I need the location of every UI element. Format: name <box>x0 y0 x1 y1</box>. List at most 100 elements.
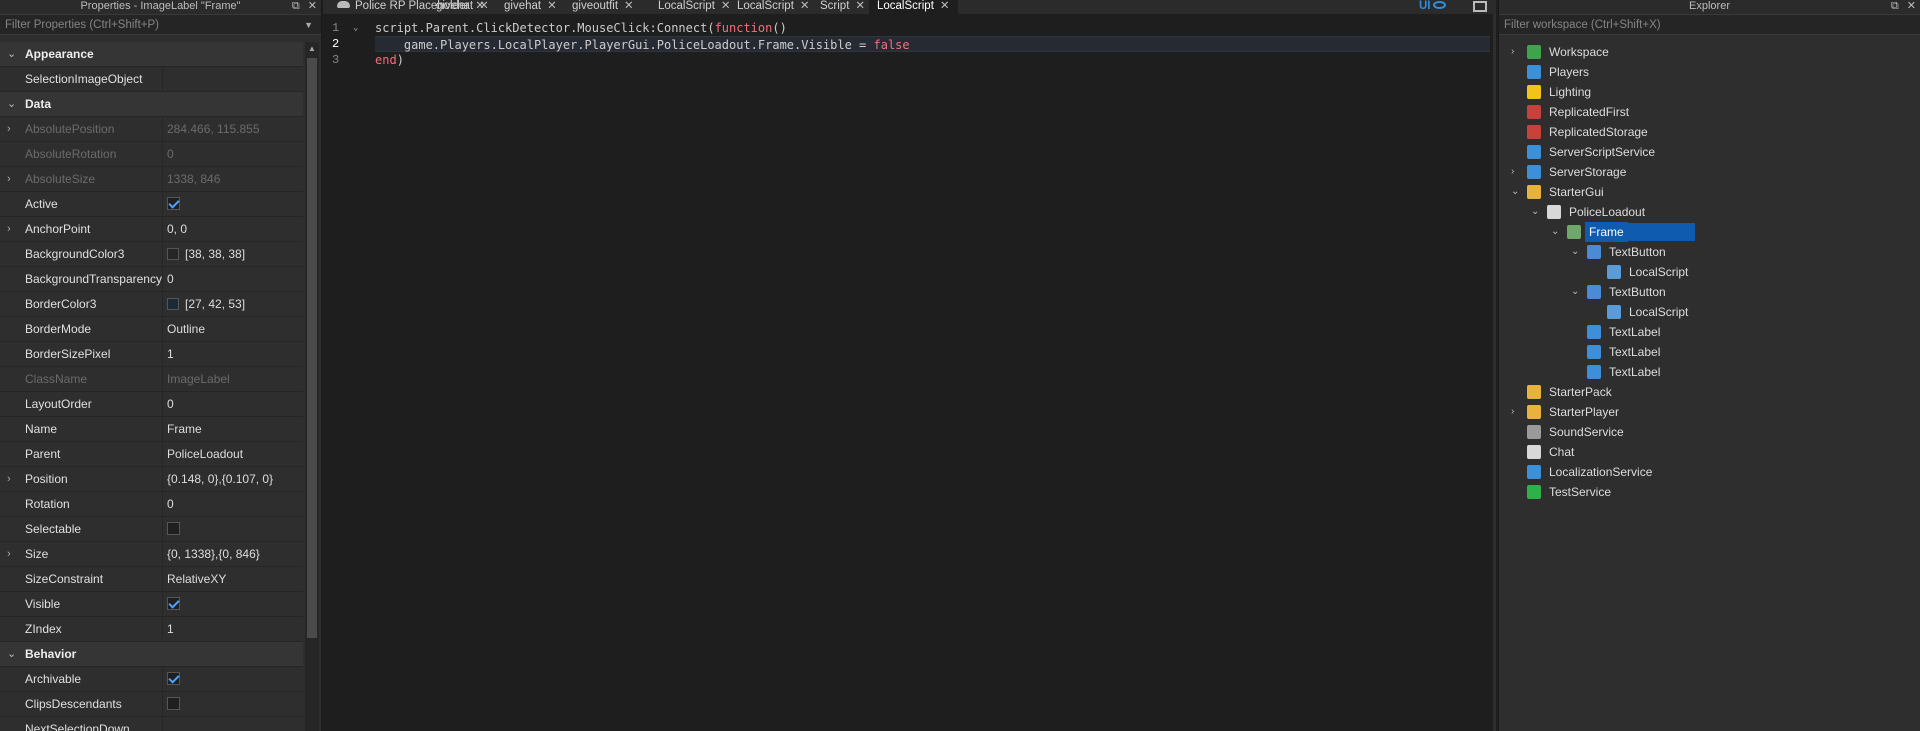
property-row[interactable]: Parent PoliceLoadout <box>0 442 303 467</box>
property-row[interactable]: Selectable <box>0 517 303 542</box>
property-checkbox[interactable] <box>167 197 180 211</box>
explorer-item[interactable]: Chat <box>1499 442 1920 462</box>
property-row[interactable]: BorderSizePixel 1 <box>0 342 303 367</box>
property-value[interactable]: {0.148, 0},{0.107, 0} <box>163 467 303 491</box>
expand-chevron-icon[interactable]: › <box>7 467 11 491</box>
property-row[interactable]: SizeConstraint RelativeXY <box>0 567 303 592</box>
property-value[interactable]: 1 <box>163 617 303 641</box>
expand-chevron-icon[interactable]: › <box>1511 402 1514 422</box>
property-value[interactable] <box>163 717 303 731</box>
explorer-item[interactable]: ⌄ TextButton <box>1499 242 1920 262</box>
property-row[interactable]: AbsoluteRotation 0 <box>0 142 303 167</box>
tab-close-icon[interactable]: ✕ <box>855 0 865 12</box>
tab-close-icon[interactable]: ✕ <box>547 0 557 12</box>
property-row[interactable]: Active <box>0 192 303 217</box>
code-line[interactable]: end) <box>375 52 1490 68</box>
property-row[interactable]: Name Frame <box>0 417 303 442</box>
expand-chevron-icon[interactable]: › <box>1511 42 1514 62</box>
editor-tab[interactable]: givehat ✕ <box>496 0 565 14</box>
collapse-chevron-icon[interactable]: ⌄ <box>1571 282 1579 302</box>
property-value[interactable]: Frame <box>163 417 303 441</box>
explorer-item[interactable]: LocalScript <box>1499 262 1920 282</box>
explorer-item[interactable]: ⌄ TextButton <box>1499 282 1920 302</box>
property-value[interactable]: 0, 0 <box>163 217 303 241</box>
collapse-chevron-icon[interactable]: ⌄ <box>1571 242 1579 262</box>
tab-close-icon[interactable]: ✕ <box>479 0 489 12</box>
editor-tab[interactable]: LocalScript ✕ <box>650 0 739 14</box>
property-row[interactable]: NextSelectionDown <box>0 717 303 731</box>
property-value[interactable] <box>163 592 303 616</box>
property-checkbox[interactable] <box>167 522 180 536</box>
explorer-item[interactable]: ReplicatedStorage <box>1499 122 1920 142</box>
property-row[interactable]: Visible <box>0 592 303 617</box>
undock-icon[interactable]: ⧉ <box>1891 0 1899 13</box>
explorer-item[interactable]: LocalizationService <box>1499 462 1920 482</box>
property-value[interactable]: PoliceLoadout <box>163 442 303 466</box>
properties-scrollbar[interactable]: ▲ <box>305 42 319 731</box>
explorer-item[interactable]: StarterPack <box>1499 382 1920 402</box>
editor-tab[interactable]: givehat ✕ <box>428 0 497 14</box>
filter-dropdown-icon[interactable]: ▼ <box>304 15 313 35</box>
collapse-chevron-icon[interactable]: ⌄ <box>1551 222 1559 242</box>
property-section-header[interactable]: ⌄ Behavior <box>0 642 303 667</box>
property-value[interactable] <box>163 667 303 691</box>
editor-tab[interactable]: Script ✕ <box>812 0 873 14</box>
explorer-filter-input[interactable]: Filter workspace (Ctrl+Shift+X) <box>1499 14 1920 35</box>
collapse-chevron-icon[interactable]: ⌄ <box>7 92 16 116</box>
explorer-item[interactable]: Lighting <box>1499 82 1920 102</box>
collapse-chevron-icon[interactable]: ⌄ <box>7 42 16 66</box>
property-row[interactable]: › Size {0, 1338},{0, 846} <box>0 542 303 567</box>
property-row[interactable]: BorderColor3 [27, 42, 53] <box>0 292 303 317</box>
explorer-item[interactable]: SoundService <box>1499 422 1920 442</box>
window-layout-icon[interactable] <box>1473 1 1487 12</box>
property-value[interactable]: 0 <box>163 492 303 516</box>
explorer-item[interactable]: TextLabel <box>1499 342 1920 362</box>
explorer-item[interactable]: TextLabel <box>1499 362 1920 382</box>
color-swatch[interactable] <box>167 247 179 260</box>
property-value[interactable] <box>163 192 303 216</box>
property-value[interactable] <box>163 517 303 541</box>
property-section-header[interactable]: ⌄ Appearance <box>0 42 303 67</box>
editor-tab[interactable]: LocalScript ✕ <box>869 0 958 14</box>
ui-visibility-toggle[interactable]: UI <box>1419 0 1446 12</box>
explorer-item[interactable]: TestService <box>1499 482 1920 502</box>
color-swatch[interactable] <box>167 297 179 310</box>
properties-filter-input[interactable]: Filter Properties (Ctrl+Shift+P) ▼ <box>0 14 321 35</box>
close-icon[interactable]: ✕ <box>308 0 317 13</box>
property-checkbox[interactable] <box>167 697 180 711</box>
property-value[interactable]: [27, 42, 53] <box>163 292 303 316</box>
property-row[interactable]: BackgroundTransparency 0 <box>0 267 303 292</box>
property-value[interactable] <box>163 67 303 91</box>
collapse-chevron-icon[interactable]: ⌄ <box>1511 182 1519 202</box>
scrollbar-thumb[interactable] <box>307 58 317 638</box>
fold-chevron-icon[interactable]: ⌄ <box>353 20 358 36</box>
expand-chevron-icon[interactable]: › <box>7 167 11 191</box>
code-line[interactable]: script.Parent.ClickDetector.MouseClick:C… <box>375 20 1490 36</box>
explorer-item[interactable]: ⌄ Frame <box>1499 222 1920 242</box>
expand-chevron-icon[interactable]: › <box>7 117 11 141</box>
property-row[interactable]: › AbsolutePosition 284.466, 115.855 <box>0 117 303 142</box>
explorer-item[interactable]: › StarterPlayer <box>1499 402 1920 422</box>
property-value[interactable]: 1 <box>163 342 303 366</box>
property-row[interactable]: BorderMode Outline <box>0 317 303 342</box>
property-row[interactable]: BackgroundColor3 [38, 38, 38] <box>0 242 303 267</box>
property-row[interactable]: ZIndex 1 <box>0 617 303 642</box>
property-row[interactable]: › AnchorPoint 0, 0 <box>0 217 303 242</box>
editor-tab[interactable]: LocalScript ✕ <box>729 0 818 14</box>
property-value[interactable]: RelativeXY <box>163 567 303 591</box>
property-row[interactable]: › AbsoluteSize 1338, 846 <box>0 167 303 192</box>
explorer-item[interactable]: ReplicatedFirst <box>1499 102 1920 122</box>
expand-chevron-icon[interactable]: › <box>7 217 11 241</box>
code-line-current[interactable]: game.Players.LocalPlayer.PlayerGui.Polic… <box>375 36 1490 52</box>
explorer-item[interactable]: › Workspace <box>1499 42 1920 62</box>
explorer-item[interactable]: ServerScriptService <box>1499 142 1920 162</box>
expand-chevron-icon[interactable]: › <box>1511 162 1514 182</box>
property-value[interactable] <box>163 692 303 716</box>
explorer-item[interactable]: ⌄ StarterGui <box>1499 182 1920 202</box>
expand-chevron-icon[interactable]: › <box>7 542 11 566</box>
code-area[interactable]: script.Parent.ClickDetector.MouseClick:C… <box>375 20 1490 68</box>
explorer-item[interactable]: Players <box>1499 62 1920 82</box>
tab-close-icon[interactable]: ✕ <box>624 0 634 12</box>
property-value[interactable]: {0, 1338},{0, 846} <box>163 542 303 566</box>
undock-icon[interactable]: ⧉ <box>292 0 300 13</box>
